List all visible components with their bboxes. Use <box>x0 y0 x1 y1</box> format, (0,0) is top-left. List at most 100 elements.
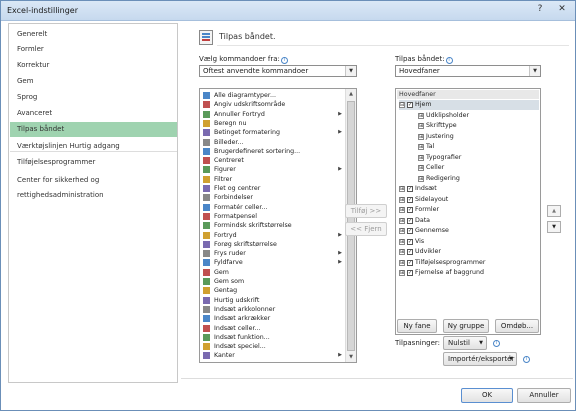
expand-icon[interactable]: ⊞ <box>399 228 405 234</box>
checkbox[interactable]: ✓ <box>407 207 413 213</box>
expand-icon[interactable]: ⊞ <box>399 217 405 224</box>
checkbox[interactable]: ✓ <box>407 259 413 266</box>
list-item[interactable]: Fortryd ▶ <box>200 231 344 240</box>
list-item[interactable]: Alle diagramtyper... <box>200 91 344 100</box>
expand-icon[interactable]: ⊞ <box>399 249 405 255</box>
sidebar-item[interactable]: Avanceret <box>10 106 177 121</box>
list-item[interactable]: Flet og centrer <box>200 184 344 193</box>
expand-icon[interactable]: ⊞ <box>418 165 424 171</box>
checkbox[interactable]: ✓ <box>407 217 413 224</box>
list-item[interactable]: Gentag <box>200 286 344 295</box>
list-item[interactable]: Centreret <box>200 156 344 165</box>
move-down-button[interactable]: ▼ <box>547 221 561 233</box>
list-item[interactable]: Annuller Fortryd ▶ <box>200 110 344 119</box>
tree-node[interactable]: ⊞ ✓ Fjernelse af baggrund <box>399 268 539 278</box>
list-item[interactable]: Brugerdefineret sortering... <box>200 147 344 156</box>
list-item[interactable]: Fyldfarve ▶ <box>200 258 344 267</box>
tree-node[interactable]: ⊞ ✓ Formler <box>399 205 539 215</box>
list-item[interactable]: Kanter ▶ <box>200 351 344 360</box>
sidebar-item[interactable]: Sprog <box>10 90 177 105</box>
commands-list[interactable]: ▲ ▼ Alle diagramtyper... Angiv udskriftso… <box>199 88 357 363</box>
close-button[interactable]: ✕ <box>551 3 573 17</box>
collapse-icon[interactable]: ⊟ <box>399 102 405 108</box>
sidebar-item[interactable]: Formler <box>10 42 177 57</box>
ok-button[interactable]: OK <box>461 388 513 403</box>
tree-node[interactable]: ⊞ Justering <box>418 132 538 142</box>
list-item[interactable]: Formindsk skriftstørrelse <box>200 221 344 230</box>
new-tab-button[interactable]: Ny fane <box>397 319 437 333</box>
checkbox[interactable]: ✓ <box>407 238 413 245</box>
sidebar-item[interactable]: Tilføjelsesprogrammer <box>10 155 177 170</box>
expand-icon[interactable]: ⊞ <box>399 196 405 203</box>
list-item[interactable]: Forbindelser <box>200 193 344 202</box>
reset-button[interactable]: Nulstil ▼ <box>443 336 487 350</box>
list-item[interactable]: Formatpensel <box>200 212 344 221</box>
list-item[interactable]: Formatér celler... <box>200 203 344 212</box>
new-group-button[interactable]: Ny gruppe <box>443 319 489 333</box>
list-item[interactable]: Filtrer <box>200 175 344 184</box>
expand-icon[interactable]: ⊞ <box>399 186 405 192</box>
scroll-down-arrow-icon[interactable]: ▼ <box>346 352 356 362</box>
list-item[interactable]: Billeder... <box>200 138 344 147</box>
sidebar-item[interactable]: Tilpas båndet <box>10 122 177 137</box>
list-item[interactable]: Frys ruder ▶ <box>200 249 344 258</box>
sidebar-item[interactable]: Korrektur <box>10 58 177 73</box>
tree-node[interactable]: ⊞ ✓ Tilføjelsesprogrammer <box>399 258 539 268</box>
choose-commands-combo[interactable]: Oftest anvendte kommandoer ▼ <box>199 65 357 77</box>
tree-node[interactable]: ⊞ ✓ Udvikler <box>399 247 539 257</box>
expand-icon[interactable]: ⊞ <box>418 123 424 129</box>
remove-button[interactable]: << Fjern <box>345 222 387 236</box>
expand-icon[interactable]: ⊞ <box>418 112 424 119</box>
checkbox[interactable]: ✓ <box>407 228 413 234</box>
tree-node[interactable]: ⊞ ✓ Indsæt <box>399 184 539 194</box>
sidebar-item[interactable]: Gem <box>10 74 177 89</box>
tree-node[interactable]: ⊞ ✓ Vis <box>399 237 539 247</box>
expand-icon[interactable]: ⊞ <box>418 133 424 140</box>
expand-icon[interactable]: ⊞ <box>418 154 424 161</box>
expand-icon[interactable]: ⊞ <box>418 144 424 150</box>
expand-icon[interactable]: ⊞ <box>399 259 405 266</box>
list-item[interactable]: Beregn nu <box>200 119 344 128</box>
tree-node[interactable]: ⊟ ✓ Hjem <box>399 100 539 110</box>
tree-node[interactable]: ⊞ ✓ Gennemse <box>399 226 539 236</box>
list-item[interactable]: Gem <box>200 268 344 277</box>
sidebar-item[interactable]: Center for sikkerhed og rettighedsadmini… <box>10 173 177 199</box>
customize-ribbon-combo[interactable]: Hovedfaner ▼ <box>395 65 541 77</box>
checkbox[interactable]: ✓ <box>407 270 413 276</box>
tree-node[interactable]: ⊞ Typografier <box>418 153 538 163</box>
list-item[interactable]: Indsæt arkrækker <box>200 314 344 323</box>
list-item[interactable]: Figurer ▶ <box>200 165 344 174</box>
list-item[interactable]: Angiv udskriftsområde <box>200 100 344 109</box>
expand-icon[interactable]: ⊞ <box>399 238 405 245</box>
tree-node[interactable]: ⊞ Tal <box>418 142 538 152</box>
checkbox[interactable]: ✓ <box>407 196 413 203</box>
tree-node[interactable]: ⊞ ✓ Sidelayout <box>399 195 539 205</box>
expand-icon[interactable]: ⊞ <box>418 175 424 182</box>
import-export-button[interactable]: Importér/eksportér ▼ <box>443 352 517 366</box>
add-button[interactable]: Tilføj >> <box>345 204 387 218</box>
list-item[interactable]: Indsæt arkkolonner <box>200 305 344 314</box>
list-item[interactable]: Forøg skriftstørrelse <box>200 240 344 249</box>
tree-node[interactable]: ⊞ ✓ Data <box>399 216 539 226</box>
scroll-up-arrow-icon[interactable]: ▲ <box>346 89 356 99</box>
sidebar-item[interactable]: Generelt <box>10 27 177 42</box>
checkbox[interactable]: ✓ <box>407 102 413 108</box>
cancel-button[interactable]: Annuller <box>517 388 571 403</box>
tree-node[interactable]: ⊞ Redigering <box>418 174 538 184</box>
help-button[interactable]: ? <box>531 3 549 17</box>
list-item[interactable]: Indsæt funktion... <box>200 333 344 342</box>
expand-icon[interactable]: ⊞ <box>399 270 405 276</box>
tree-node[interactable]: ⊞ Udklipsholder <box>418 111 538 121</box>
checkbox[interactable]: ✓ <box>407 186 413 192</box>
expand-icon[interactable]: ⊞ <box>399 207 405 213</box>
ribbon-tabs-tree[interactable]: Hovedfaner ⊟ ✓ Hjem ⊞ Udklipsholder ⊞ Skriftty… <box>395 88 541 335</box>
list-item[interactable]: Hurtig udskrift <box>200 296 344 305</box>
list-item[interactable]: Betinget formatering ▶ <box>200 128 344 137</box>
tree-node[interactable]: ⊞ Celler <box>418 163 538 173</box>
move-up-button[interactable]: ▲ <box>547 205 561 217</box>
list-item[interactable]: Gem som <box>200 277 344 286</box>
checkbox[interactable]: ✓ <box>407 249 413 255</box>
list-item[interactable]: Indsæt celler... <box>200 324 344 333</box>
tree-node[interactable]: ⊞ Skrifttype <box>418 121 538 131</box>
list-item[interactable]: Indsæt speciel... <box>200 342 344 351</box>
